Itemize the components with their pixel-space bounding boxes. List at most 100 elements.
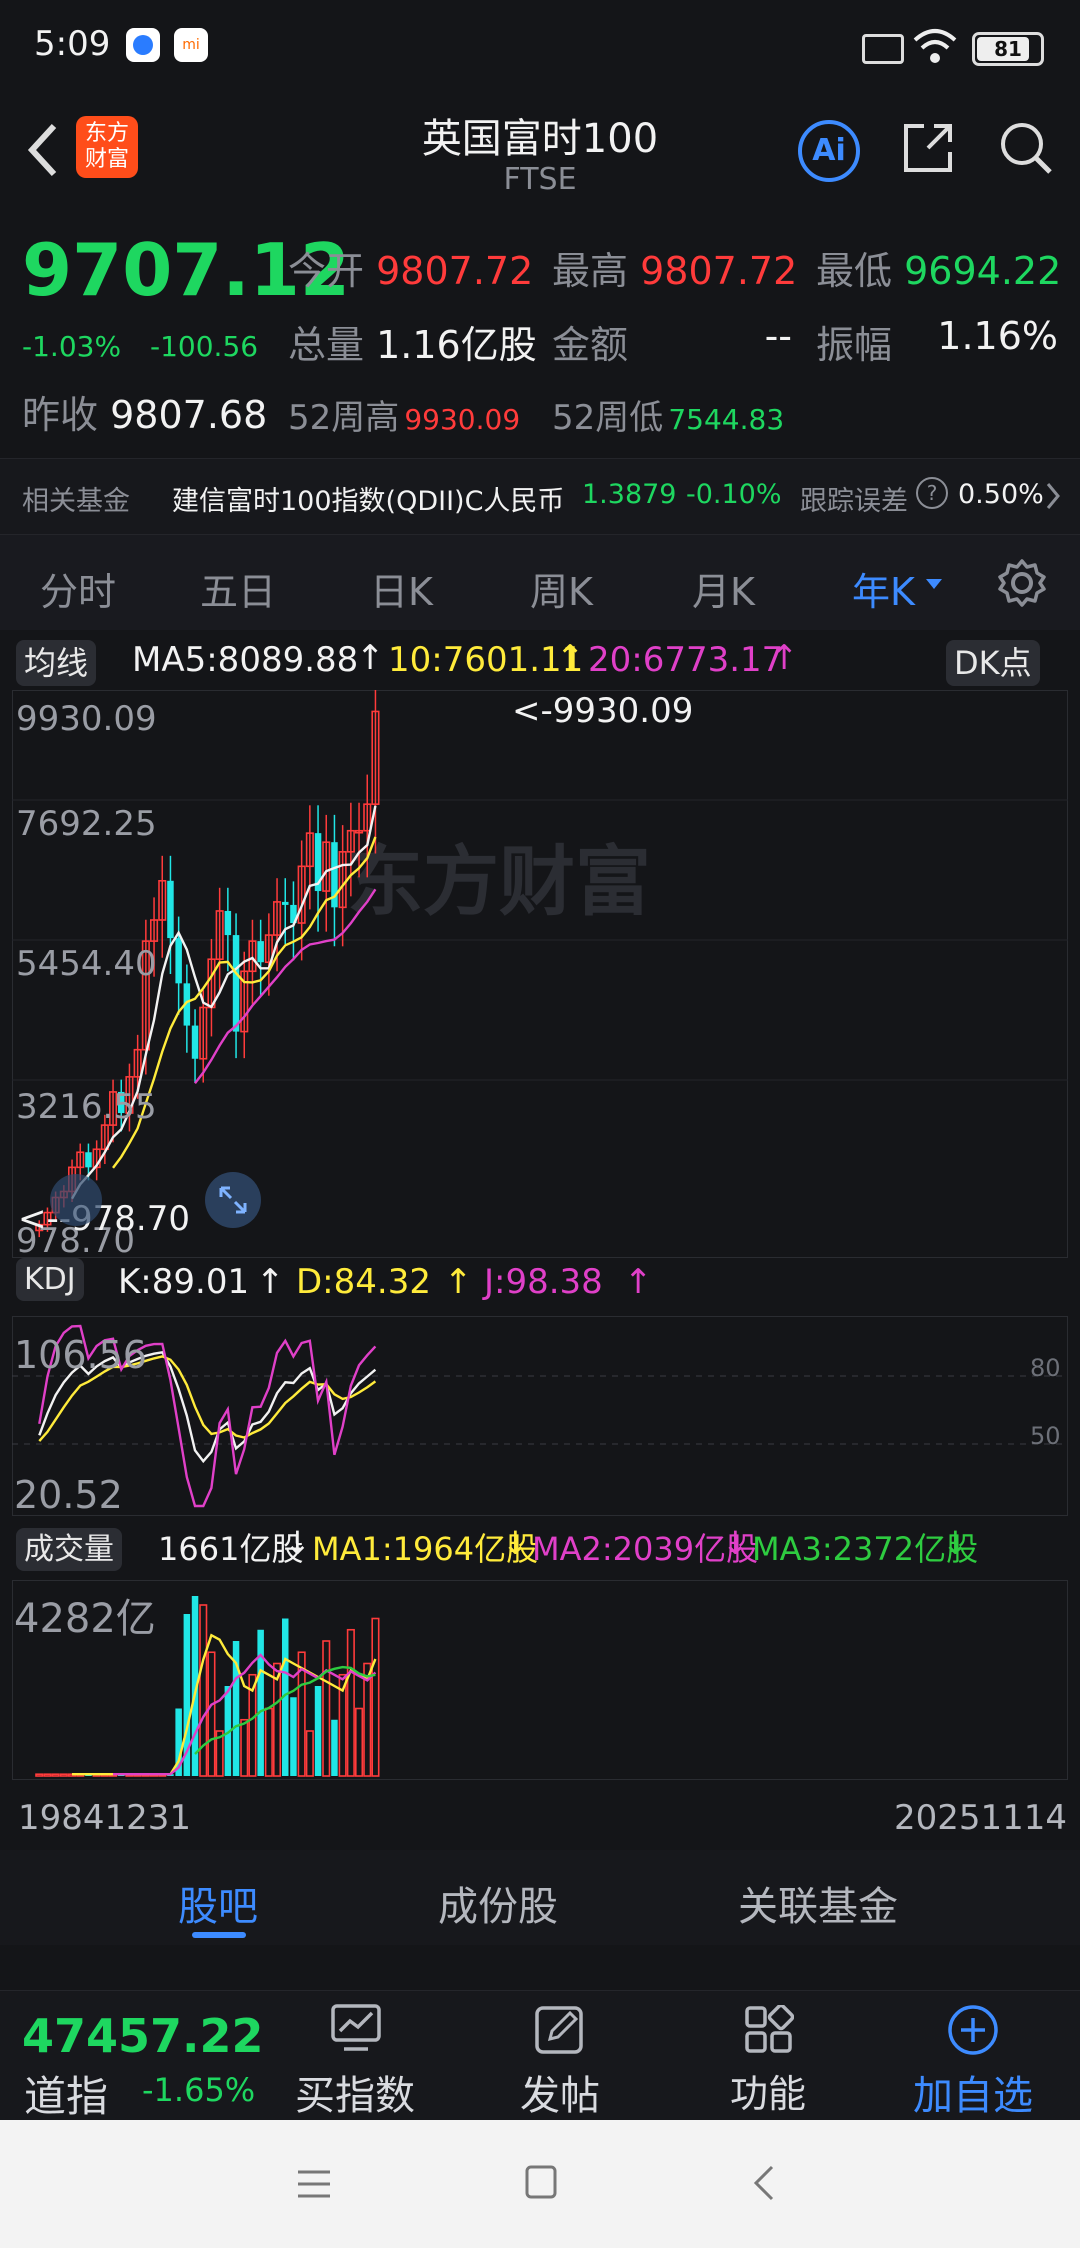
feed-peek xyxy=(0,1946,1080,1990)
tab-constituents[interactable]: 成份股 xyxy=(438,1874,558,1932)
change-amount: -100.56 xyxy=(150,330,259,363)
kdj-selector[interactable]: KDJ xyxy=(16,1258,84,1301)
low-label: 最低 xyxy=(816,249,893,293)
kdj-j: J:98.38 xyxy=(484,1262,603,1302)
candle-body xyxy=(85,1152,92,1168)
volume-bar xyxy=(331,1719,338,1776)
ma10-up-arrow: ↑ xyxy=(556,638,585,678)
y-label-3: 5454.40 xyxy=(16,944,157,984)
volume-selector-label: 成交量 xyxy=(16,1528,122,1571)
logo-line-1: 东方 xyxy=(84,121,129,146)
candle-body xyxy=(175,938,182,984)
open-label: 今开 xyxy=(288,249,365,293)
volume-y-top: 4282亿 xyxy=(14,1596,156,1642)
dow-ticker[interactable]: 47457.22 xyxy=(22,2009,264,2063)
crosshair-toggle-icon[interactable] xyxy=(50,1174,102,1226)
wk52-low-row: 52周低 7544.83 xyxy=(552,390,784,439)
dropdown-icon xyxy=(926,579,942,589)
tracking-label: 跟踪误差 xyxy=(800,486,908,517)
system-back-icon[interactable] xyxy=(752,2164,776,2202)
add-circle-icon xyxy=(948,2005,998,2055)
kdj-selector-label: KDJ xyxy=(16,1258,84,1301)
back-icon[interactable] xyxy=(22,120,62,180)
tab-five-day[interactable]: 五日 xyxy=(200,561,276,616)
add-watchlist-button[interactable]: 加自选 xyxy=(898,2001,1048,2119)
tab-monthly-k[interactable]: 月K xyxy=(692,561,755,616)
status-time: 5:09 xyxy=(34,24,111,64)
settings-gear-icon[interactable] xyxy=(996,557,1048,609)
expand-chart-icon[interactable] xyxy=(205,1172,261,1228)
tab-weekly-k[interactable]: 周K xyxy=(530,561,593,616)
compose-icon xyxy=(535,2006,583,2054)
home-icon[interactable] xyxy=(524,2164,558,2200)
battery-level: 81 xyxy=(994,37,1022,61)
ai-button[interactable]: Ai xyxy=(798,120,860,182)
ma-selector-label: 均线 xyxy=(16,640,97,686)
volume-bar xyxy=(264,1707,273,1777)
dow-name: 道指 xyxy=(24,2072,109,2121)
kdj-d-arrow: ↑ xyxy=(444,1262,473,1302)
page-title: 英国富时100 xyxy=(421,116,659,162)
volume-ma2-arrow: ↓ xyxy=(722,1524,749,1562)
volume-bar xyxy=(257,1629,264,1776)
volume-row: 总量 1.16亿股 xyxy=(288,314,537,369)
kdj-chart[interactable]: 106.56 20.52 80 50 xyxy=(12,1316,1068,1516)
kdj-d: D:84.32 xyxy=(296,1262,431,1302)
volume-selector[interactable]: 成交量 xyxy=(16,1524,122,1571)
volume-bar xyxy=(371,1617,380,1777)
candle-body xyxy=(167,880,174,939)
kdj-y-top: 106.56 xyxy=(14,1333,147,1377)
candle-body xyxy=(282,901,289,905)
volume-bar xyxy=(290,1697,297,1776)
candle-body xyxy=(232,935,240,1032)
volume-bar xyxy=(43,1773,52,1777)
high-label: 最高 xyxy=(552,249,629,293)
volume-bar xyxy=(199,1604,208,1777)
kdj-j-arrow: ↑ xyxy=(624,1262,653,1302)
system-nav-bar xyxy=(0,2120,1080,2248)
kline-chart[interactable]: 东方财富 9930.09 7692.25 5454.40 3216.55 978… xyxy=(12,690,1068,1258)
ma20-value: 20:6773.17 xyxy=(588,640,784,680)
mi-notification-icon: mi xyxy=(174,28,208,62)
volume-ma1-arrow: ↓ xyxy=(502,1524,529,1562)
volume-label: 总量 xyxy=(288,323,365,367)
amplitude-row: 振幅 1.16% xyxy=(816,314,1058,369)
tab-yearly-k[interactable]: 年K xyxy=(852,561,915,616)
post-label: 发帖 xyxy=(520,2073,600,2119)
wk52-high-value: 9930.09 xyxy=(404,403,521,436)
buy-index-button[interactable]: 买指数 xyxy=(290,2001,420,2119)
fund-nav: 1.3879 xyxy=(582,479,677,510)
volume-bar xyxy=(240,1718,249,1777)
tab-guba[interactable]: 股吧 xyxy=(178,1874,258,1932)
low-value: 9694.22 xyxy=(904,249,1062,293)
volume-chart[interactable]: 4282亿 xyxy=(12,1580,1068,1780)
volume-bar xyxy=(314,1686,322,1776)
functions-button[interactable]: 功能 xyxy=(708,2001,828,2117)
post-button[interactable]: 发帖 xyxy=(500,2001,620,2119)
related-fund-row[interactable]: 相关基金 建信富时100指数(QDII)C人民币 1.3879 -0.10% 跟… xyxy=(0,458,1080,535)
ma5-value: MA5:8089.88 xyxy=(132,640,359,680)
fund-change: -0.10% xyxy=(686,479,782,510)
app-notification-icon xyxy=(126,28,160,62)
active-tab-indicator xyxy=(192,1932,246,1938)
search-icon[interactable] xyxy=(996,118,1056,178)
header-bar: 东方 财富 英国富时100 FTSE Ai xyxy=(0,90,1080,210)
tab-daily-k[interactable]: 日K xyxy=(370,561,433,616)
menu-icon[interactable] xyxy=(296,2168,332,2200)
change-percent: -1.03% xyxy=(22,330,122,363)
y-label-4: 3216.55 xyxy=(16,1087,157,1127)
help-icon[interactable]: ? xyxy=(916,477,948,509)
volume-bar xyxy=(51,1773,60,1777)
ma20-up-arrow: ↑ xyxy=(770,638,799,678)
share-icon[interactable] xyxy=(898,118,958,178)
status-bar: 5:09 mi 81 xyxy=(0,0,1080,90)
chevron-right-icon xyxy=(1046,483,1060,509)
candle-body xyxy=(257,941,264,963)
kdj-ref-80: 80 xyxy=(1030,1354,1061,1382)
prev-close-value: 9807.68 xyxy=(110,393,268,437)
tab-intraday[interactable]: 分时 xyxy=(40,561,116,616)
ma-selector[interactable]: 均线 xyxy=(16,638,97,686)
logo-line-2: 财富 xyxy=(84,147,129,172)
dk-point-button[interactable]: DK点 xyxy=(946,638,1040,686)
tab-related-funds[interactable]: 关联基金 xyxy=(738,1874,898,1932)
